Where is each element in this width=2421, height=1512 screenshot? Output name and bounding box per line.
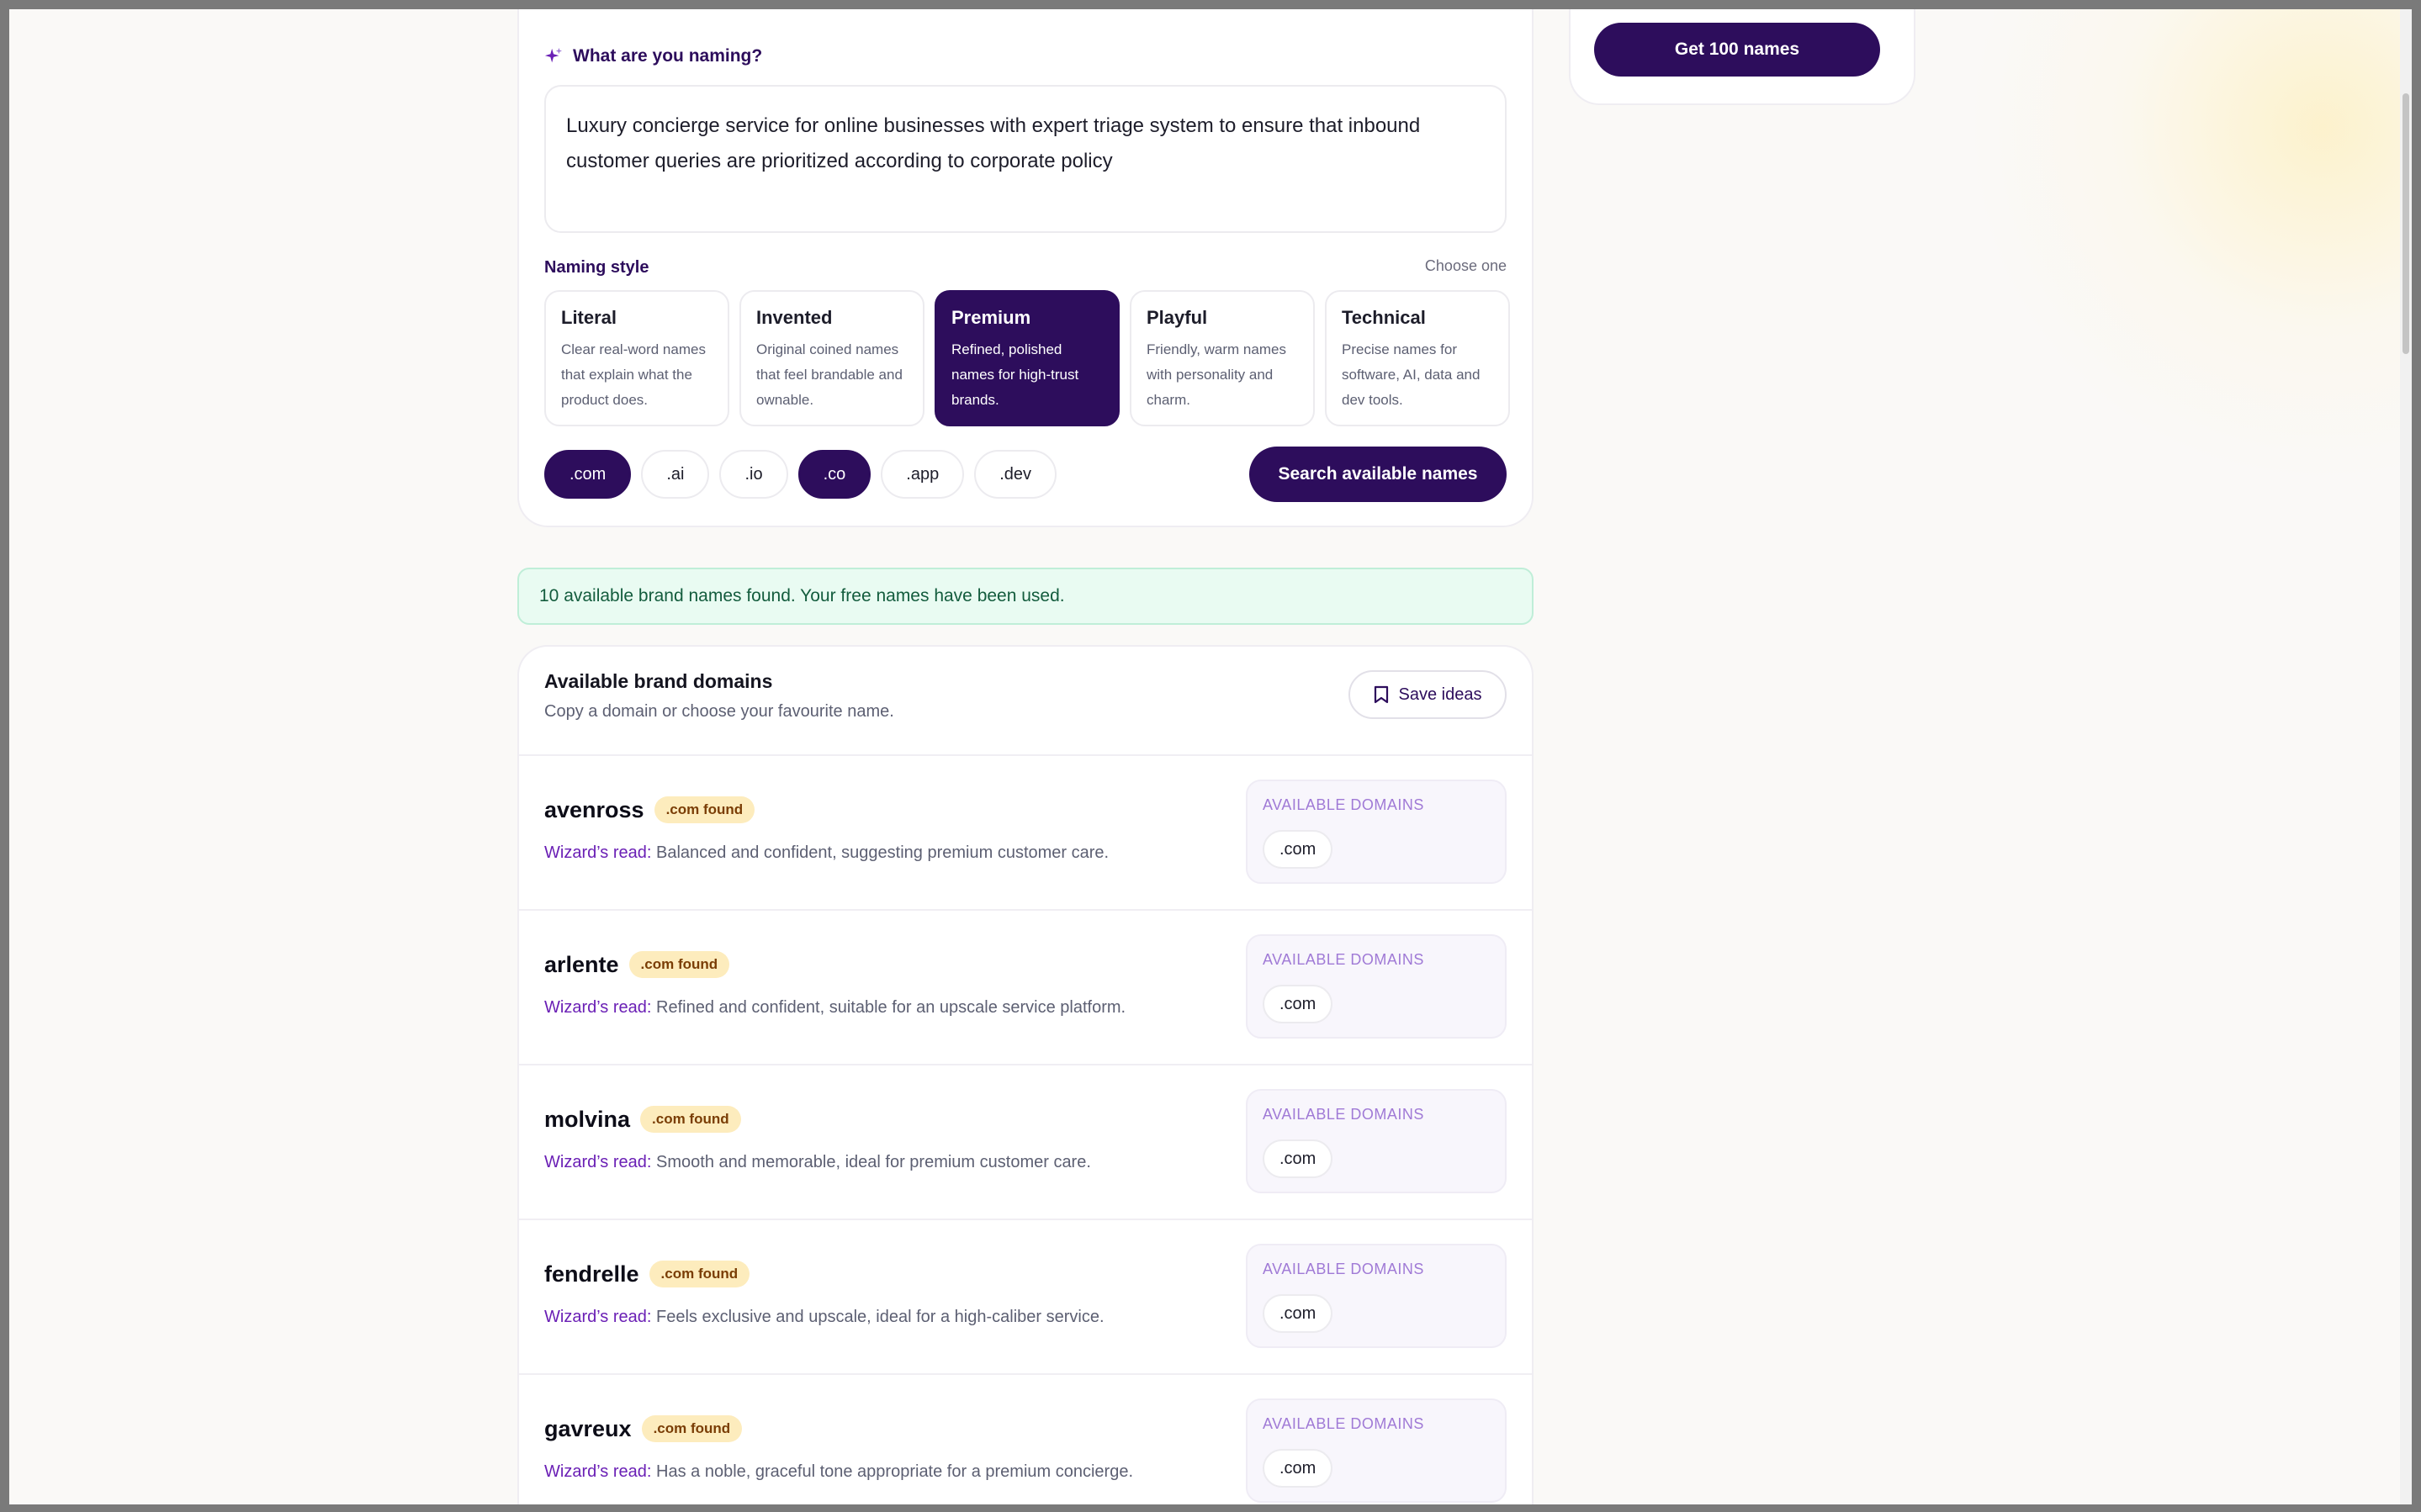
question-label: What are you naming?: [573, 46, 763, 66]
results-header: Available brand domains Copy a domain or…: [519, 647, 1532, 756]
style-desc: Original coined names that feel brandabl…: [756, 341, 903, 408]
style-title: Invented: [756, 307, 833, 328]
wizard-read: Wizard’s read: Has a noble, graceful ton…: [544, 1462, 1133, 1482]
wizard-read-text: Balanced and confident, suggesting premi…: [656, 843, 1110, 862]
result-row: gavreux .com found Wizard’s read: Has a n…: [519, 1375, 1532, 1504]
domain-chip[interactable]: .com: [1263, 830, 1333, 869]
wizard-read-text: Feels exclusive and upscale, ideal for a…: [656, 1308, 1105, 1326]
style-desc: Clear real-word names that explain what …: [561, 341, 706, 408]
available-domains-label: AVAILABLE DOMAINS: [1263, 951, 1424, 968]
style-option-playful[interactable]: Playful Friendly, warm names with person…: [1130, 290, 1315, 426]
browser-viewport: What are you naming? Luxury concierge se…: [9, 9, 2412, 1504]
wizard-read: Wizard’s read: Smooth and memorable, ide…: [544, 1153, 1091, 1172]
scrollbar-thumb[interactable]: [2402, 93, 2409, 354]
style-title: Playful: [1147, 307, 1208, 328]
naming-style-options: Literal Clear real-word names that expla…: [544, 290, 1510, 426]
brand-name: gavreux: [544, 1415, 632, 1441]
wizard-read: Wizard’s read: Feels exclusive and upsca…: [544, 1308, 1105, 1327]
bookmark-icon: [1374, 685, 1388, 704]
wizard-read-text: Refined and confident, suitable for an u…: [656, 998, 1126, 1017]
available-domains-box: AVAILABLE DOMAINS .com: [1246, 1244, 1507, 1348]
result-row: avenross .com found Wizard’s read: Balanc…: [519, 756, 1532, 911]
result-row: molvina .com found Wizard’s read: Smooth …: [519, 1065, 1532, 1220]
sparkle-icon: [544, 47, 563, 63]
style-option-technical[interactable]: Technical Precise names for software, AI…: [1325, 290, 1510, 426]
results-card: Available brand domains Copy a domain or…: [517, 645, 1534, 1504]
available-domains-label: AVAILABLE DOMAINS: [1263, 1106, 1424, 1123]
available-domains-label: AVAILABLE DOMAINS: [1263, 1261, 1424, 1277]
result-row: arlente .com found Wizard’s read: Refined…: [519, 911, 1532, 1065]
wizard-read-prefix: Wizard’s read:: [544, 998, 652, 1017]
style-desc: Friendly, warm names with personality an…: [1147, 341, 1286, 408]
choose-one-hint: Choose one: [1424, 257, 1507, 274]
tld-chip-com[interactable]: .com: [544, 450, 632, 499]
domain-chip[interactable]: .com: [1263, 985, 1333, 1023]
result-row: fendrelle .com found Wizard’s read: Feels…: [519, 1220, 1532, 1375]
style-title: Literal: [561, 307, 617, 328]
style-title: Technical: [1342, 307, 1426, 328]
search-names-button[interactable]: Search available names: [1249, 447, 1507, 502]
wizard-read-prefix: Wizard’s read:: [544, 1308, 652, 1326]
tld-chip-app[interactable]: .app: [881, 450, 965, 499]
domain-chip[interactable]: .com: [1263, 1139, 1333, 1178]
style-desc: Refined, polished names for high-trust b…: [951, 341, 1079, 408]
style-option-premium[interactable]: Premium Refined, polished names for high…: [935, 290, 1120, 426]
available-domains-box: AVAILABLE DOMAINS .com: [1246, 1398, 1507, 1503]
naming-form-card: What are you naming? Luxury concierge se…: [517, 9, 1534, 527]
wizard-read-text: Smooth and memorable, ideal for premium …: [656, 1153, 1091, 1171]
page-scrollbar[interactable]: [2400, 9, 2412, 1504]
tld-chip-dev[interactable]: .dev: [974, 450, 1057, 499]
brand-name: molvina: [544, 1106, 631, 1132]
style-option-literal[interactable]: Literal Clear real-word names that expla…: [544, 290, 729, 426]
wizard-read: Wizard’s read: Refined and confident, su…: [544, 998, 1126, 1018]
found-badge: .com found: [654, 796, 755, 823]
wizard-read-prefix: Wizard’s read:: [544, 843, 652, 862]
tld-chip-co[interactable]: .co: [797, 450, 871, 499]
wizard-read-text: Has a noble, graceful tone appropriate f…: [656, 1462, 1133, 1481]
results-title: Available brand domains: [544, 670, 773, 692]
wizard-read-prefix: Wizard’s read:: [544, 1153, 652, 1171]
question-row: What are you naming?: [544, 46, 762, 66]
found-badge: .com found: [649, 1261, 750, 1287]
wizard-read-prefix: Wizard’s read:: [544, 1462, 652, 1481]
results-subtitle: Copy a domain or choose your favourite n…: [544, 702, 894, 721]
brand-name: fendrelle: [544, 1261, 639, 1287]
found-badge: .com found: [628, 951, 730, 978]
available-domains-box: AVAILABLE DOMAINS .com: [1246, 780, 1507, 884]
brand-name: avenross: [544, 796, 644, 822]
brand-name: arlente: [544, 951, 619, 977]
available-domains-label: AVAILABLE DOMAINS: [1263, 1415, 1424, 1432]
upgrade-card: Get 100 names: [1569, 9, 1915, 105]
domain-chip[interactable]: .com: [1263, 1449, 1333, 1488]
available-domains-box: AVAILABLE DOMAINS .com: [1246, 1089, 1507, 1193]
available-domains-label: AVAILABLE DOMAINS: [1263, 796, 1424, 813]
description-input[interactable]: Luxury concierge service for online busi…: [544, 85, 1507, 233]
save-ideas-button[interactable]: Save ideas: [1348, 670, 1507, 719]
tld-chip-group: .com .ai .io .co .app .dev: [544, 450, 1057, 499]
get-100-names-button[interactable]: Get 100 names: [1594, 23, 1880, 77]
domain-chip[interactable]: .com: [1263, 1294, 1333, 1333]
found-badge: .com found: [640, 1106, 741, 1133]
results-notice: 10 available brand names found. Your fre…: [517, 568, 1534, 625]
tld-chip-ai[interactable]: .ai: [641, 450, 710, 499]
naming-style-label: Naming style: [544, 258, 649, 277]
available-domains-box: AVAILABLE DOMAINS .com: [1246, 934, 1507, 1039]
found-badge: .com found: [641, 1415, 743, 1442]
style-title: Premium: [951, 307, 1031, 328]
save-ideas-label: Save ideas: [1398, 685, 1482, 704]
style-option-invented[interactable]: Invented Original coined names that feel…: [739, 290, 924, 426]
wizard-read: Wizard’s read: Balanced and confident, s…: [544, 843, 1109, 863]
style-desc: Precise names for software, AI, data and…: [1342, 341, 1481, 408]
tld-chip-io[interactable]: .io: [719, 450, 788, 499]
